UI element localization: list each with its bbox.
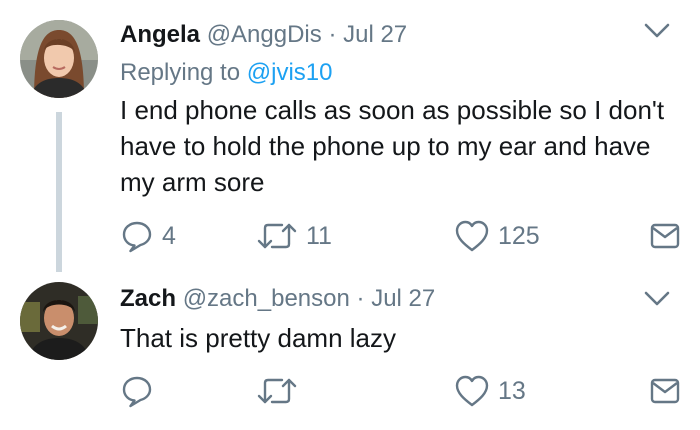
retweet-icon (257, 223, 297, 249)
direct-message-button[interactable] (650, 218, 680, 254)
display-name[interactable]: Angela (120, 21, 200, 48)
reply-icon (122, 221, 152, 253)
replying-to-mention[interactable]: @jvis10 (247, 59, 333, 86)
direct-message-icon (650, 378, 680, 404)
reply-icon (122, 376, 152, 408)
tweet-header: Angela @AnggDis · Jul 27 (120, 20, 407, 50)
tweet-text: That is pretty damn lazy (120, 323, 396, 353)
avatar-image (20, 20, 98, 98)
retweet-button[interactable] (256, 373, 306, 409)
user-handle[interactable]: @AnggDis (207, 21, 322, 48)
like-icon (455, 375, 489, 407)
reply-button[interactable]: 4 (120, 218, 176, 254)
avatar[interactable] (20, 20, 98, 98)
separator-dot: · (328, 21, 337, 48)
avatar-image (20, 282, 98, 360)
tweet-date[interactable]: Jul 27 (371, 285, 435, 312)
like-icon (455, 220, 489, 252)
direct-message-icon (650, 223, 680, 249)
thread-line (56, 112, 62, 272)
user-handle[interactable]: @zach_benson (183, 285, 350, 312)
like-button[interactable]: 13 (454, 373, 526, 409)
reply-button[interactable] (120, 373, 162, 409)
direct-message-button[interactable] (650, 373, 680, 409)
like-count: 13 (498, 376, 526, 405)
tweet-date[interactable]: Jul 27 (343, 21, 407, 48)
display-name[interactable]: Zach (120, 285, 176, 312)
tweet-zach[interactable]: Zach @zach_benson · Jul 27 That is prett… (0, 272, 700, 430)
tweet-header: Zach @zach_benson · Jul 27 (120, 284, 435, 314)
chevron-down-icon[interactable] (644, 290, 670, 308)
replying-to-label: Replying to (120, 59, 241, 86)
avatar[interactable] (20, 282, 98, 360)
tweet-angela[interactable]: Angela @AnggDis · Jul 27 Replying to @jv… (0, 0, 700, 272)
separator-dot: · (356, 285, 365, 312)
retweet-button[interactable]: 11 (256, 218, 332, 254)
tweet-actions: 4 11 125 (120, 218, 680, 254)
chevron-down-icon[interactable] (644, 22, 670, 40)
reply-count: 4 (162, 221, 176, 250)
retweet-count: 11 (306, 221, 332, 250)
replying-to: Replying to @jvis10 (120, 58, 332, 88)
like-count: 125 (498, 221, 540, 250)
retweet-icon (257, 378, 297, 404)
tweet-text: I end phone calls as soon as possible so… (120, 95, 665, 197)
like-button[interactable]: 125 (454, 218, 540, 254)
tweet-actions: 13 (120, 373, 680, 409)
